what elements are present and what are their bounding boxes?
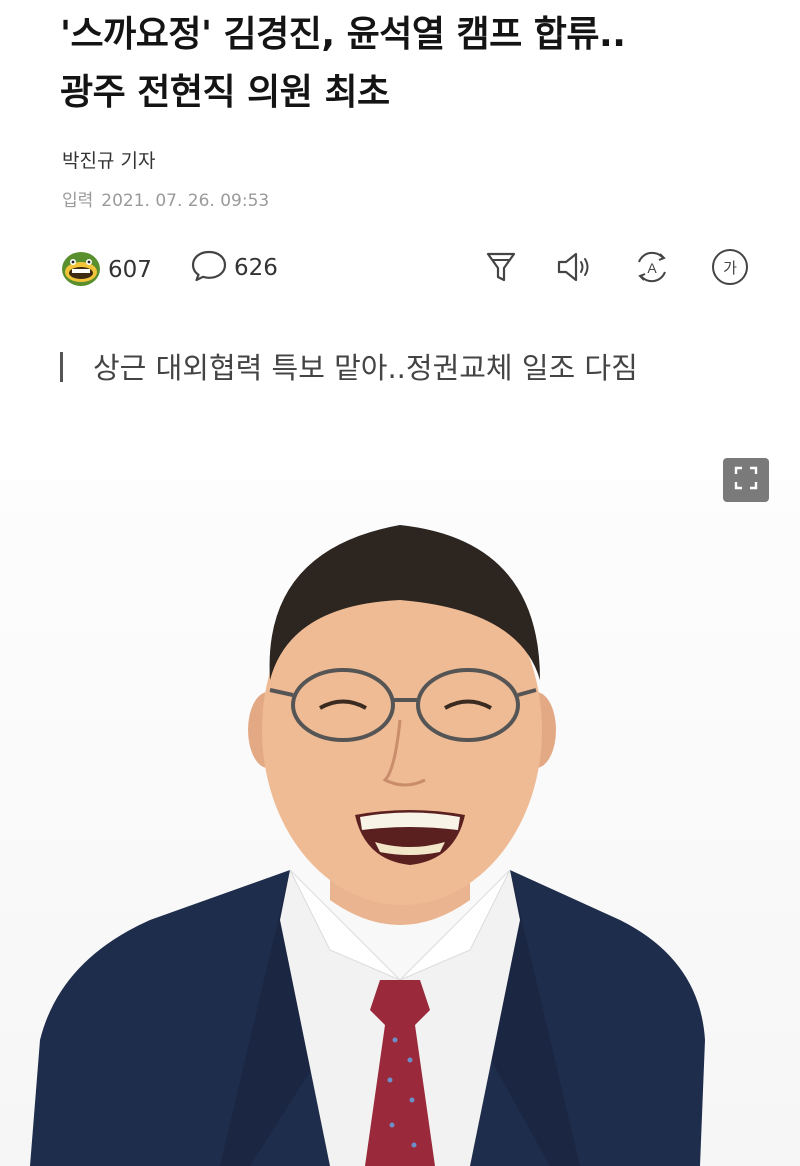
date-label: 입력: [62, 191, 94, 211]
funnel-icon: [484, 249, 518, 289]
headline-line-1: '스까요정' 김경진, 윤석열 캠프 합류..: [60, 14, 626, 55]
translate-glyph: A: [647, 260, 657, 276]
fullscreen-button[interactable]: [723, 458, 769, 502]
portrait-illustration: [30, 525, 705, 1166]
reporter-name[interactable]: 박진규 기자: [62, 146, 155, 173]
article-action-bar: 607 626 A 가: [0, 246, 800, 294]
comment-button[interactable]: 626: [190, 248, 278, 288]
font-size-button[interactable]: 가: [709, 248, 751, 290]
article-photo[interactable]: [0, 480, 800, 1166]
reaction-count: 607: [108, 257, 152, 283]
translate-icon: A: [632, 248, 672, 290]
subheadline-text: 상근 대외협력 특보 맡아..정권교체 일조 다짐: [93, 351, 638, 385]
comment-count: 626: [234, 255, 278, 281]
green-emoji-icon: [60, 248, 102, 292]
fullscreen-icon: [733, 465, 759, 495]
subheadline-bar: [60, 352, 63, 382]
speaker-icon: [554, 249, 594, 289]
article-page: '스까요정' 김경진, 윤석열 캠프 합류.. 광주 전현직 의원 최초 박진규…: [0, 0, 800, 1166]
translate-button[interactable]: A: [631, 248, 673, 290]
reaction-button[interactable]: 607: [60, 248, 152, 292]
font-size-icon: 가: [710, 247, 750, 291]
publish-date: 입력 2021. 07. 26. 09:53: [62, 186, 269, 211]
headline-line-2: 광주 전현직 의원 최초: [60, 72, 390, 113]
subheadline: 상근 대외협력 특보 맡아..정권교체 일조 다짐: [60, 345, 638, 387]
headline: '스까요정' 김경진, 윤석열 캠프 합류.. 광주 전현직 의원 최초: [60, 6, 760, 122]
speech-bubble-icon: [190, 248, 228, 288]
date-value: 2021. 07. 26. 09:53: [101, 191, 270, 211]
audio-button[interactable]: [553, 248, 595, 290]
font-size-glyph: 가: [723, 259, 737, 277]
filter-button[interactable]: [480, 248, 522, 290]
